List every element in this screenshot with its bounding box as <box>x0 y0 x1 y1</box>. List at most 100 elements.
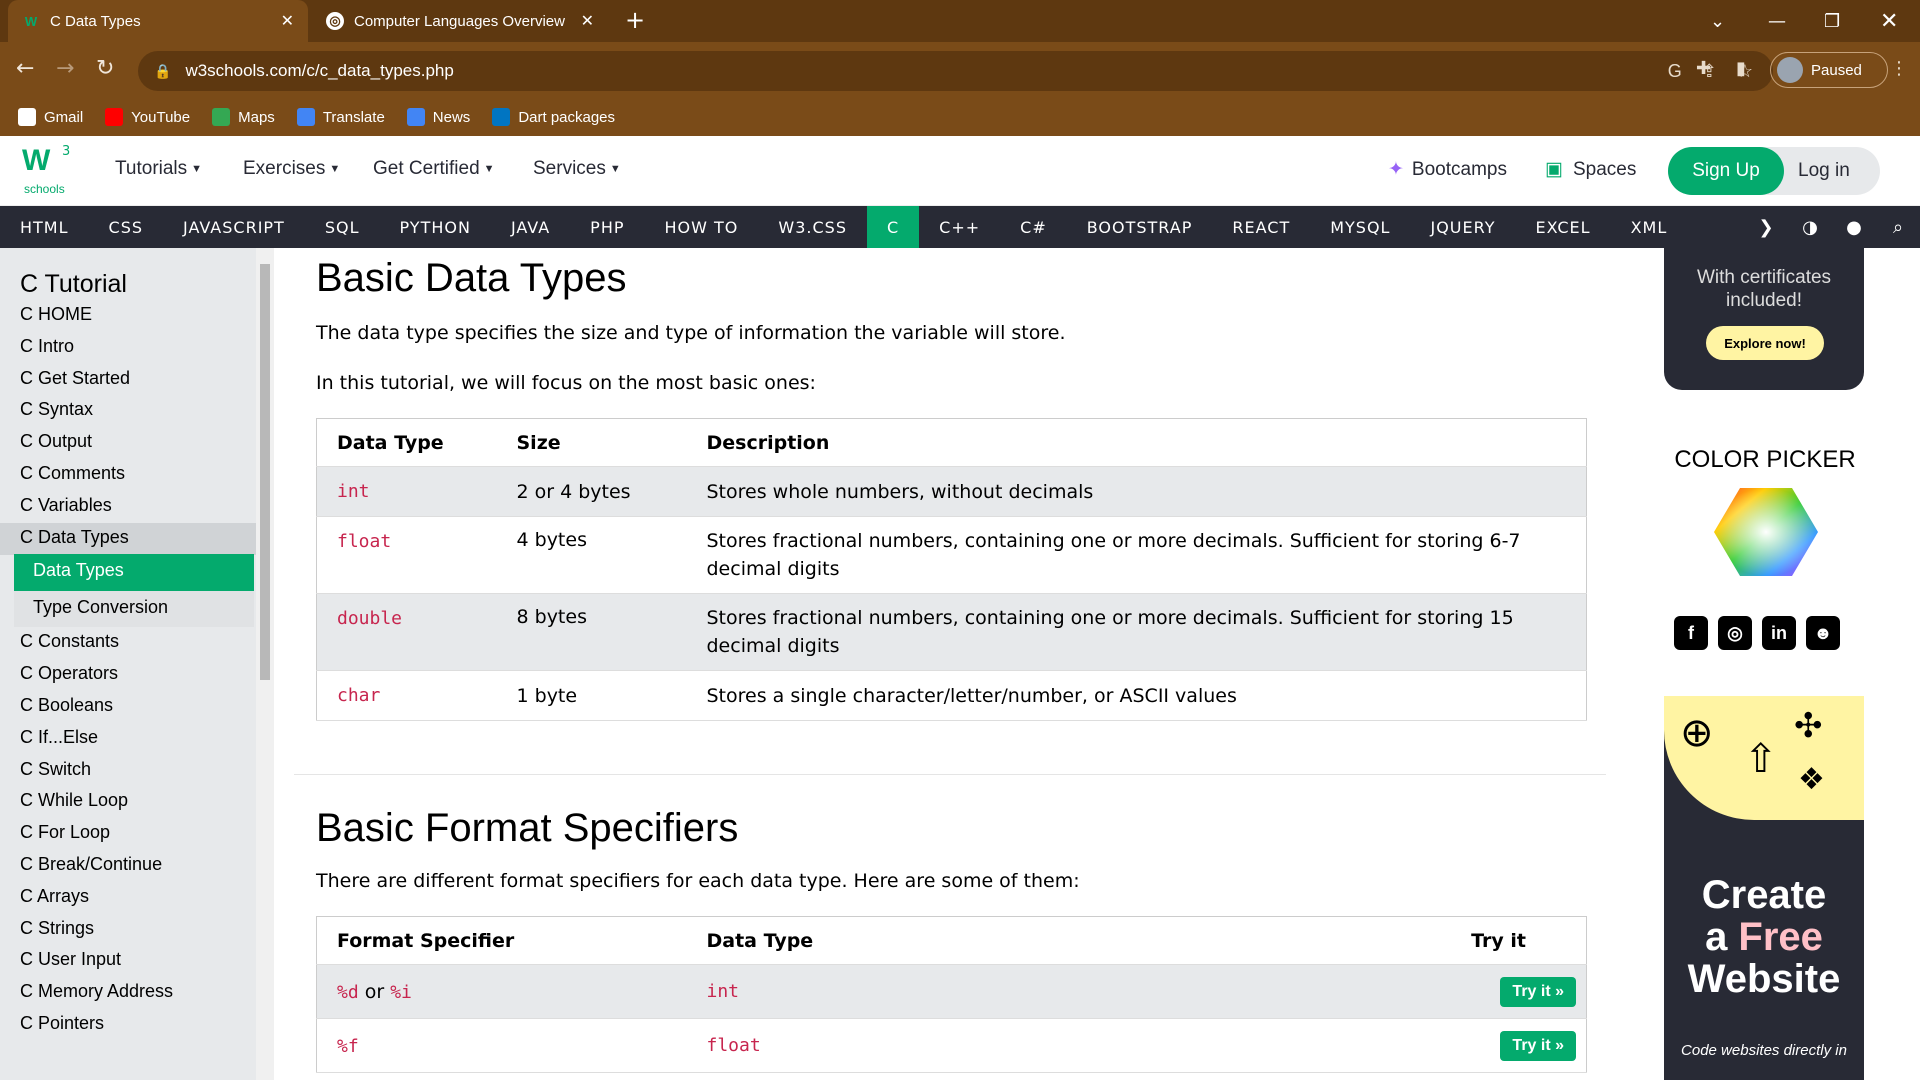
new-tab-button[interactable]: + <box>625 6 645 34</box>
sidebar-item[interactable]: C Strings <box>20 918 94 939</box>
discord-icon[interactable]: ☻ <box>1806 616 1840 650</box>
sidebar-item[interactable]: C Data Types <box>20 527 129 548</box>
bookmark-dart-packages[interactable]: Dart packages <box>492 108 615 126</box>
reload-icon[interactable]: ↻ <box>96 56 114 81</box>
back-arrow-icon[interactable]: ← <box>16 56 34 81</box>
linkedin-icon[interactable]: in <box>1762 616 1796 650</box>
sidebar-item[interactable]: C Syntax <box>20 399 93 420</box>
sidebar-item[interactable]: C While Loop <box>20 790 128 811</box>
bookmark-translate[interactable]: Translate <box>296 108 385 126</box>
close-window-button[interactable]: ✕ <box>1880 0 1898 42</box>
sidebar-item[interactable]: C Variables <box>20 495 112 516</box>
globe-icon[interactable]: ● <box>1832 217 1876 238</box>
sidebar-item[interactable]: C Constants <box>20 631 119 652</box>
explore-now-button[interactable]: Explore now! <box>1706 326 1824 360</box>
search-icon[interactable]: ⌕ <box>1876 217 1920 238</box>
profile-button[interactable]: Paused <box>1770 52 1888 88</box>
sidebar-item[interactable]: C Comments <box>20 463 125 484</box>
try-it-button[interactable]: Try it » <box>1500 1030 1576 1061</box>
w3schools-logo[interactable]: W 3 schools <box>22 144 78 198</box>
lang-link-w3-css[interactable]: W3.CSS <box>758 206 867 248</box>
certificates-ad[interactable]: With certificates included! Explore now! <box>1664 248 1864 390</box>
lang-link-html[interactable]: HTML <box>0 206 89 248</box>
logo-sup: 3 <box>62 144 71 159</box>
lang-link-java[interactable]: JAVA <box>491 206 570 248</box>
spaces-link[interactable]: ▣ Spaces <box>1545 158 1636 181</box>
sidebar-scrollbar[interactable] <box>256 248 274 1080</box>
log-in-button[interactable]: Log in <box>1798 160 1850 182</box>
color-picker-hexagon-icon[interactable] <box>1714 486 1818 578</box>
maximize-button[interactable]: ❐ <box>1824 0 1840 42</box>
sidebar-item[interactable]: C Switch <box>20 759 91 780</box>
lang-link-css[interactable]: CSS <box>89 206 163 248</box>
create-website-ad[interactable]: ⊕ ⇧ ✣ ❖ Create a Free Website Code websi… <box>1664 696 1864 1080</box>
bookmark-news[interactable]: News <box>406 108 470 126</box>
chevron-right-icon[interactable]: ❯ <box>1744 217 1788 238</box>
lang-link-jquery[interactable]: JQUERY <box>1410 206 1515 248</box>
lang-link-c++[interactable]: C++ <box>919 206 1000 248</box>
instagram-icon[interactable]: ◎ <box>1718 616 1752 650</box>
sidebar-item[interactable]: C Booleans <box>20 695 113 716</box>
sidebar-item[interactable]: C Intro <box>20 336 74 357</box>
menu-services[interactable]: Services ▼ <box>533 158 621 180</box>
language-nav-bar: HTML CSS JAVASCRIPT SQL PYTHON JAVA PHP HOW TO W… <box>0 206 1920 248</box>
close-tab-icon[interactable]: ✕ <box>581 11 594 31</box>
address-bar[interactable]: 🔒 w3schools.com/c/c_data_types.php G ⇪ ☆ <box>138 51 1773 91</box>
kebab-menu-icon[interactable]: ⋮ <box>1890 58 1908 79</box>
sidebar-item[interactable]: C Break/Continue <box>20 854 162 875</box>
lang-link-sql[interactable]: SQL <box>305 206 380 248</box>
scroll-thumb[interactable] <box>260 264 270 680</box>
lang-link-xml[interactable]: XML <box>1611 206 1688 248</box>
code-snippet: %i <box>390 981 412 1003</box>
sidebar-item[interactable]: C For Loop <box>20 822 110 843</box>
sidebar-item[interactable]: Data Types <box>33 560 124 581</box>
sidebar-item[interactable]: C Pointers <box>20 1013 104 1034</box>
lang-link-how-to[interactable]: HOW TO <box>645 206 759 248</box>
tab-c-data-types[interactable]: W C Data Types ✕ <box>8 0 308 42</box>
bookmark-maps[interactable]: Maps <box>212 108 275 126</box>
lang-link-mysql[interactable]: MYSQL <box>1310 206 1410 248</box>
menu-get-certified[interactable]: Get Certified ▼ <box>373 158 495 180</box>
sidebar-item[interactable]: C If...Else <box>20 727 98 748</box>
column-header: Size <box>516 431 561 454</box>
sidebar-item[interactable]: Type Conversion <box>33 597 168 618</box>
menu-tutorials[interactable]: Tutorials ▼ <box>115 158 202 180</box>
table-row: char 1 byte Stores a single character/le… <box>316 671 1587 721</box>
tab-search-icon[interactable]: ⌄ <box>1710 0 1725 42</box>
facebook-icon[interactable]: f <box>1674 616 1708 650</box>
google-lens-icon[interactable]: G <box>1668 61 1682 82</box>
close-tab-icon[interactable]: ✕ <box>281 11 294 31</box>
sidebar-item[interactable]: C Output <box>20 431 92 452</box>
column-header: Format Specifier <box>337 929 515 952</box>
sidebar-item[interactable]: C Get Started <box>20 368 130 389</box>
dark-mode-icon[interactable]: ◑ <box>1788 217 1832 238</box>
bootcamps-link[interactable]: ✦ Bootcamps <box>1388 158 1507 181</box>
bootcamps-label: Bootcamps <box>1411 158 1507 180</box>
extensions-icon[interactable]: ✚ <box>1696 58 1711 79</box>
lang-link-c[interactable]: C <box>866 206 920 248</box>
lang-link-react[interactable]: REACT <box>1212 206 1310 248</box>
ad-headline: Create a Free Website <box>1664 874 1864 1000</box>
side-panel-icon[interactable]: ▮ <box>1736 58 1746 79</box>
sidebar-item[interactable]: C HOME <box>20 304 92 325</box>
minimize-button[interactable]: — <box>1768 0 1786 42</box>
sidebar-item[interactable]: C Arrays <box>20 886 89 907</box>
bookmark-youtube[interactable]: YouTube <box>105 108 190 126</box>
sign-up-button[interactable]: Sign Up <box>1668 147 1784 195</box>
lang-link-python[interactable]: PYTHON <box>380 206 491 248</box>
tab-computer-languages[interactable]: ◎ Computer Languages Overview ✕ <box>312 0 608 42</box>
browser-toolbar: ← → ↻ 🔒 w3schools.com/c/c_data_types.php… <box>0 42 1920 98</box>
sidebar-item[interactable]: C Operators <box>20 663 118 684</box>
sidebar-item[interactable]: C Memory Address <box>20 981 173 1002</box>
type-cell: int <box>706 981 740 1002</box>
lang-link-javascript[interactable]: JAVASCRIPT <box>163 206 305 248</box>
bookmark-gmail[interactable]: Gmail <box>18 108 83 126</box>
try-it-button[interactable]: Try it » <box>1500 976 1576 1007</box>
lang-link-php[interactable]: PHP <box>570 206 644 248</box>
lang-link-bootstrap[interactable]: BOOTSTRAP <box>1067 206 1213 248</box>
lang-link-c#[interactable]: C# <box>1000 206 1067 248</box>
forward-arrow-icon[interactable]: → <box>56 56 74 81</box>
sidebar-item[interactable]: C User Input <box>20 949 121 970</box>
lang-link-excel[interactable]: EXCEL <box>1515 206 1610 248</box>
menu-exercises[interactable]: Exercises ▼ <box>243 158 340 180</box>
